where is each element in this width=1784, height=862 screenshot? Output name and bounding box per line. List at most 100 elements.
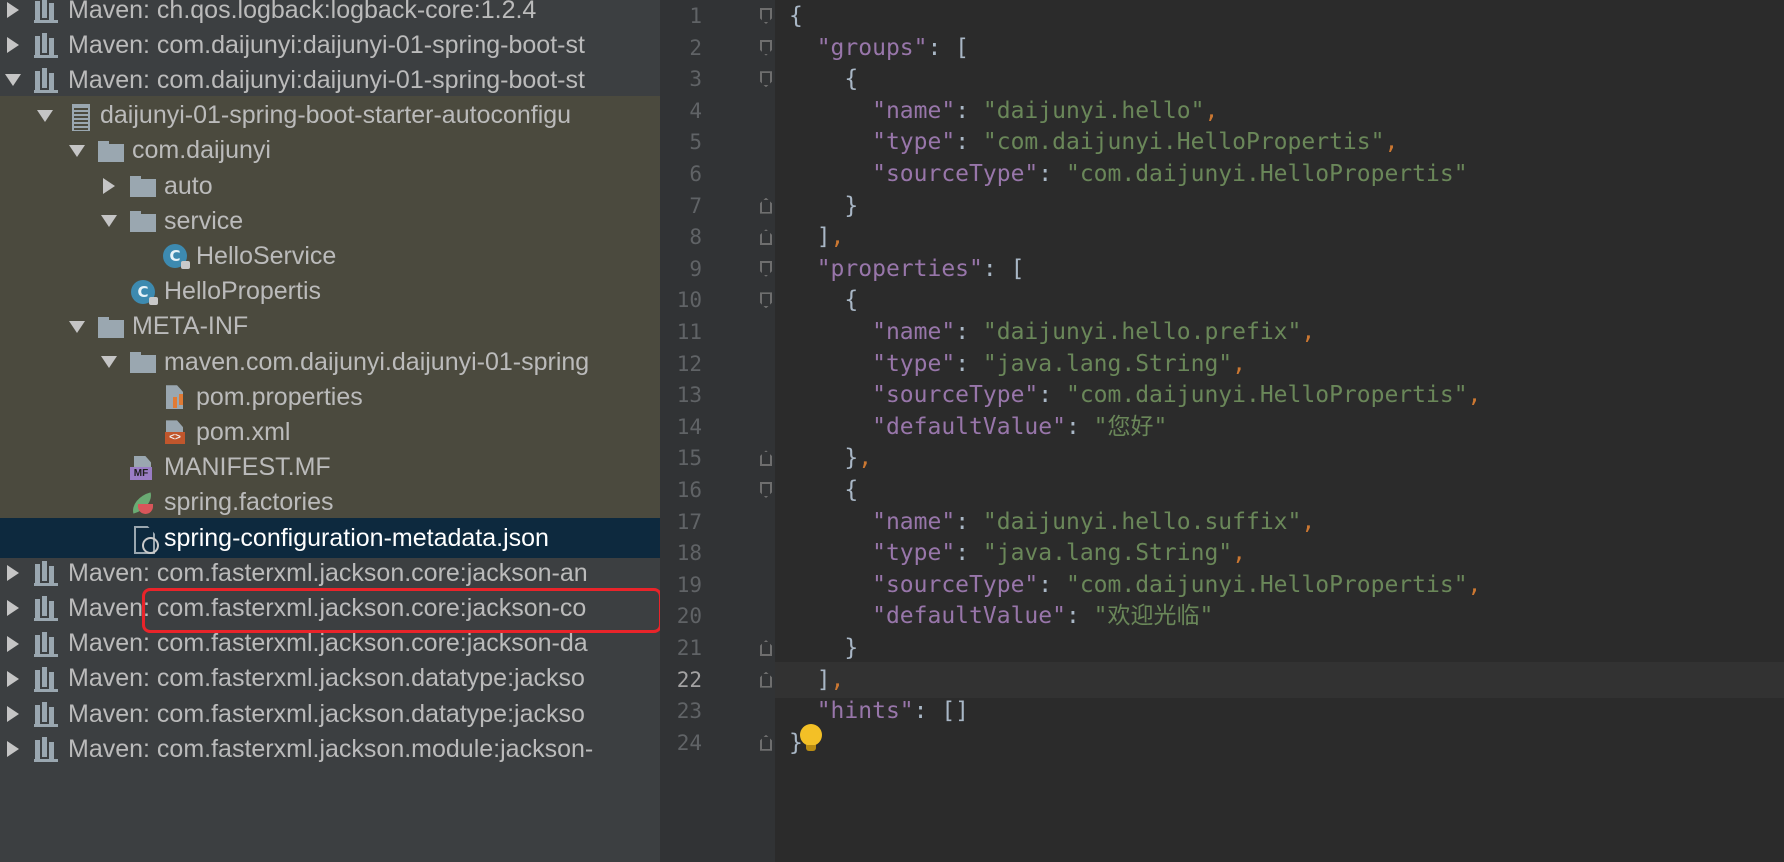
code-token: , [1232,350,1246,377]
tree-row[interactable]: Maven: com.daijunyi:daijunyi-01-spring-b… [0,60,660,100]
code-line[interactable]: "name": "daijunyi.hello.suffix", [775,504,1784,540]
tree-row-label: Maven: com.daijunyi:daijunyi-01-spring-b… [68,30,585,59]
tree-row-label: Maven: com.fasterxml.jackson.datatype:ja… [68,664,585,693]
code-line[interactable]: } [775,188,1784,224]
fold-close-icon[interactable] [760,734,772,751]
library-icon [34,736,60,763]
chevron-right-icon[interactable] [6,35,20,55]
code-line[interactable]: "sourceType": "com.daijunyi.HelloPropert… [775,567,1784,603]
chevron-right-icon[interactable] [6,598,20,618]
tree-row[interactable]: MANIFEST.MF [0,447,660,488]
fold-close-icon[interactable] [760,640,772,656]
fold-close-icon[interactable] [760,450,772,467]
code-line[interactable]: } [775,725,1784,761]
tree-row[interactable]: Maven: com.fasterxml.jackson.core:jackso… [0,553,660,593]
line-number: 11 [676,320,702,344]
tree-row[interactable]: Maven: com.fasterxml.jackson.core:jackso… [0,588,660,628]
code-token: : [1065,413,1094,440]
fold-open-icon[interactable] [760,71,772,88]
code-line[interactable]: "name": "daijunyi.hello", [775,93,1784,129]
code-token: : [1038,161,1066,187]
tree-row[interactable]: auto [0,166,660,206]
fold-close-icon[interactable] [760,197,772,214]
tree-row-label: HelloService [196,241,337,270]
line-number: 18 [676,541,702,566]
code-token: { [789,66,859,93]
code-line[interactable]: "hints": [] [775,693,1784,729]
tree-row[interactable]: Maven: com.fasterxml.jackson.module:jack… [0,729,660,769]
code-line[interactable]: { [775,472,1784,508]
code-editor[interactable]: { "groups": [ { "name": "daijunyi.hello"… [775,0,1784,862]
tree-row[interactable]: spring-configuration-metadata.json [0,518,660,558]
fold-open-icon[interactable] [760,260,772,277]
code-token: "properties" [816,255,983,282]
code-line[interactable]: { [775,282,1784,318]
lightbulb-icon[interactable] [800,724,822,751]
library-icon [34,631,60,657]
code-token: ] [789,224,831,251]
tree-row[interactable]: pom.xml [0,412,660,453]
tree-row[interactable]: pom.properties [0,377,660,418]
tree-row[interactable]: maven.com.daijunyi.daijunyi-01-spring [0,342,660,382]
code-line[interactable]: ], [775,219,1784,255]
code-line[interactable]: ], [775,661,1784,698]
code-token: "com.daijunyi.HelloPropertis" [1065,571,1468,598]
tree-row[interactable]: Maven: com.daijunyi:daijunyi-01-spring-b… [0,25,660,65]
code-line[interactable]: "sourceType": "com.daijunyi.HelloPropert… [775,156,1784,192]
tree-row-label: Maven: com.fasterxml.jackson.core:jackso… [68,593,587,622]
tree-row-label: MANIFEST.MF [164,453,331,482]
chevron-right-icon[interactable] [6,669,20,689]
tree-row[interactable]: META-INF [0,306,660,347]
chevron-down-icon[interactable] [38,106,52,126]
code-line[interactable]: "defaultValue": "欢迎光临" [775,598,1784,634]
line-number: 16 [676,478,702,502]
tree-row[interactable]: Maven: com.fasterxml.jackson.datatype:ja… [0,659,660,699]
fold-open-icon[interactable] [760,292,772,309]
line-number: 24 [676,730,702,755]
chevron-down-icon[interactable] [6,70,20,90]
code-line[interactable]: "type": "com.daijunyi.HelloPropertis", [775,124,1784,160]
tree-row[interactable]: service [0,201,660,242]
tree-row[interactable]: daijunyi-01-spring-boot-starter-autoconf… [0,95,660,136]
code-line[interactable]: "name": "daijunyi.hello.prefix", [775,314,1784,350]
line-number: 4 [689,98,702,123]
tree-row[interactable]: Maven: com.fasterxml.jackson.core:jackso… [0,624,660,664]
chevron-right-icon[interactable] [6,704,20,724]
chevron-down-icon[interactable] [70,317,84,337]
code-line[interactable]: { [775,61,1784,97]
fold-open-icon[interactable] [760,482,772,498]
tree-row-label: Maven: com.fasterxml.jackson.core:jackso… [68,629,588,658]
code-line[interactable]: }, [775,440,1784,476]
code-token: "groups" [816,34,928,61]
fold-close-icon[interactable] [760,229,772,246]
fold-open-icon[interactable] [760,8,772,24]
chevron-right-icon[interactable] [6,634,20,654]
fold-close-icon[interactable] [760,671,772,688]
package-icon [130,173,156,199]
tree-row-label: pom.properties [196,382,363,411]
code-line[interactable]: "type": "java.lang.String", [775,346,1784,382]
chevron-down-icon[interactable] [102,211,116,231]
fold-open-icon[interactable] [760,39,772,56]
code-line[interactable]: "defaultValue": "您好" [775,409,1784,445]
tree-row[interactable]: spring.factories [0,482,660,523]
tree-row[interactable]: Maven: com.fasterxml.jackson.datatype:ja… [0,694,660,734]
tree-row[interactable]: com.daijunyi [0,130,660,171]
chevron-right-icon[interactable] [102,176,116,196]
editor-gutter[interactable]: 1 2 3 4 5 6 7 8 9 10 11 12 13 14 15 16 17 18 19 20 21 22 23 24 [660,0,775,862]
line-number: 22 [676,667,702,692]
chevron-right-icon[interactable] [6,0,20,20]
code-line[interactable]: "type": "java.lang.String", [775,535,1784,571]
chevron-right-icon[interactable] [6,739,20,759]
chevron-down-icon[interactable] [102,352,116,372]
code-line[interactable]: "groups": [ [775,30,1784,66]
chevron-right-icon[interactable] [6,563,20,583]
code-line[interactable]: } [775,630,1784,666]
tree-row[interactable]: HelloService [0,236,660,277]
chevron-down-icon[interactable] [70,141,84,161]
project-tree[interactable]: Maven: ch.qos.logback:logback-core:1.2.4… [0,0,660,862]
tree-row[interactable]: HelloPropertis [0,271,660,312]
code-line[interactable]: "properties": [ [775,251,1784,287]
code-line[interactable]: "sourceType": "com.daijunyi.HelloPropert… [775,377,1784,413]
